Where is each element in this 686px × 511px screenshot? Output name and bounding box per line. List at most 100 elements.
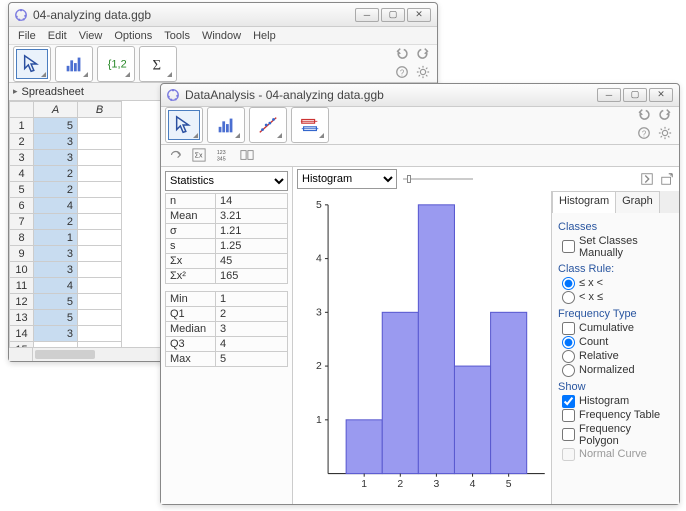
row-head[interactable]: 2 <box>10 134 34 150</box>
cell[interactable]: 5 <box>34 310 78 326</box>
normalized-radio[interactable] <box>562 364 575 377</box>
maximize-button[interactable]: ▢ <box>381 8 405 22</box>
row-head[interactable]: 1 <box>10 118 34 134</box>
corner-cell[interactable] <box>10 102 34 118</box>
cell[interactable]: 1 <box>34 230 78 246</box>
undo-icon[interactable] <box>636 107 652 121</box>
maximize-button[interactable]: ▢ <box>623 88 647 102</box>
menu-window[interactable]: Window <box>197 29 246 43</box>
spreadsheet-table[interactable]: A B 1 5 2 3 3 3 4 2 5 2 6 4 7 2 8 1 9 3 … <box>9 101 122 347</box>
row-head[interactable]: 9 <box>10 246 34 262</box>
cell[interactable]: 3 <box>34 150 78 166</box>
cell[interactable] <box>78 134 122 150</box>
minimize-button[interactable]: ─ <box>355 8 379 22</box>
main-titlebar[interactable]: 04-analyzing data.ggb ─ ▢ ✕ <box>9 3 437 27</box>
row-head[interactable]: 6 <box>10 198 34 214</box>
cell[interactable]: 4 <box>34 278 78 294</box>
cell[interactable]: 5 <box>34 294 78 310</box>
cell[interactable] <box>78 246 122 262</box>
cell[interactable] <box>78 214 122 230</box>
show-second-plot-icon[interactable] <box>237 147 257 163</box>
cell[interactable]: 2 <box>34 166 78 182</box>
tab-histogram[interactable]: Histogram <box>552 191 616 213</box>
minimize-button[interactable]: ─ <box>597 88 621 102</box>
menu-file[interactable]: File <box>13 29 41 43</box>
cell[interactable] <box>78 150 122 166</box>
move-tool[interactable] <box>168 110 200 140</box>
show-freq-table-checkbox[interactable] <box>562 409 575 422</box>
count-radio[interactable] <box>562 336 575 349</box>
row-head[interactable]: 4 <box>10 166 34 182</box>
options-toggle-icon[interactable] <box>639 172 655 186</box>
relative-radio[interactable] <box>562 350 575 363</box>
sum-tool[interactable]: Σ <box>142 49 174 79</box>
cell[interactable] <box>78 294 122 310</box>
row-head[interactable]: 13 <box>10 310 34 326</box>
cell[interactable] <box>78 166 122 182</box>
plot-type-combo[interactable]: Histogram <box>297 169 397 189</box>
row-head[interactable]: 11 <box>10 278 34 294</box>
show-source-icon[interactable] <box>165 147 185 163</box>
cell[interactable]: 3 <box>34 246 78 262</box>
multi-var-analysis-tool[interactable] <box>294 110 326 140</box>
list-tool[interactable]: {1,2} <box>100 49 132 79</box>
row-head[interactable]: 3 <box>10 150 34 166</box>
statistics-combo[interactable]: Statistics <box>165 171 288 191</box>
cell[interactable] <box>78 326 122 342</box>
rule-le-lt-radio[interactable] <box>562 277 575 290</box>
menu-options[interactable]: Options <box>109 29 157 43</box>
one-var-analysis-tool[interactable] <box>210 110 242 140</box>
show-data-icon[interactable]: 123345 <box>213 147 233 163</box>
cell[interactable]: 3 <box>34 134 78 150</box>
help-icon[interactable]: ? <box>636 126 652 140</box>
collapse-icon[interactable]: ▸ <box>13 86 18 97</box>
cell[interactable]: 2 <box>34 214 78 230</box>
cell[interactable]: 3 <box>34 262 78 278</box>
two-var-analysis-tool[interactable] <box>252 110 284 140</box>
menu-edit[interactable]: Edit <box>43 29 72 43</box>
col-head-B[interactable]: B <box>78 102 122 118</box>
col-head-A[interactable]: A <box>34 102 78 118</box>
settings-icon[interactable] <box>657 126 673 140</box>
help-icon[interactable]: ? <box>394 65 410 79</box>
cell[interactable] <box>78 182 122 198</box>
row-head[interactable]: 12 <box>10 294 34 310</box>
move-tool[interactable] <box>16 49 48 79</box>
redo-icon[interactable] <box>657 107 673 121</box>
settings-icon[interactable] <box>415 65 431 79</box>
row-head[interactable]: 15 <box>10 342 34 348</box>
row-head[interactable]: 10 <box>10 262 34 278</box>
cell[interactable]: 5 <box>34 118 78 134</box>
cell[interactable] <box>78 230 122 246</box>
close-button[interactable]: ✕ <box>649 88 673 102</box>
close-button[interactable]: ✕ <box>407 8 431 22</box>
cell[interactable] <box>78 342 122 348</box>
cell[interactable] <box>78 118 122 134</box>
show-freq-polygon-checkbox[interactable] <box>562 428 575 441</box>
menu-tools[interactable]: Tools <box>159 29 195 43</box>
one-var-analysis-tool[interactable] <box>58 49 90 79</box>
redo-icon[interactable] <box>415 46 431 60</box>
cell[interactable]: 2 <box>34 182 78 198</box>
export-icon[interactable] <box>659 172 675 186</box>
cell[interactable]: 3 <box>34 326 78 342</box>
menu-view[interactable]: View <box>74 29 108 43</box>
cell[interactable] <box>34 342 78 348</box>
show-histogram-checkbox[interactable] <box>562 395 575 408</box>
menu-help[interactable]: Help <box>248 29 281 43</box>
tab-graph[interactable]: Graph <box>615 191 660 213</box>
row-head[interactable]: 7 <box>10 214 34 230</box>
row-head[interactable]: 8 <box>10 230 34 246</box>
set-classes-manually-checkbox[interactable] <box>562 240 575 253</box>
cell[interactable] <box>78 278 122 294</box>
cell[interactable] <box>78 310 122 326</box>
undo-icon[interactable] <box>394 46 410 60</box>
cumulative-checkbox[interactable] <box>562 322 575 335</box>
classes-slider[interactable] <box>403 172 473 186</box>
row-head[interactable]: 5 <box>10 182 34 198</box>
cell[interactable]: 4 <box>34 198 78 214</box>
row-head[interactable]: 14 <box>10 326 34 342</box>
da-titlebar[interactable]: DataAnalysis - 04-analyzing data.ggb ─ ▢… <box>161 84 679 107</box>
show-statistics-icon[interactable]: Σx <box>189 147 209 163</box>
rule-lt-le-radio[interactable] <box>562 291 575 304</box>
